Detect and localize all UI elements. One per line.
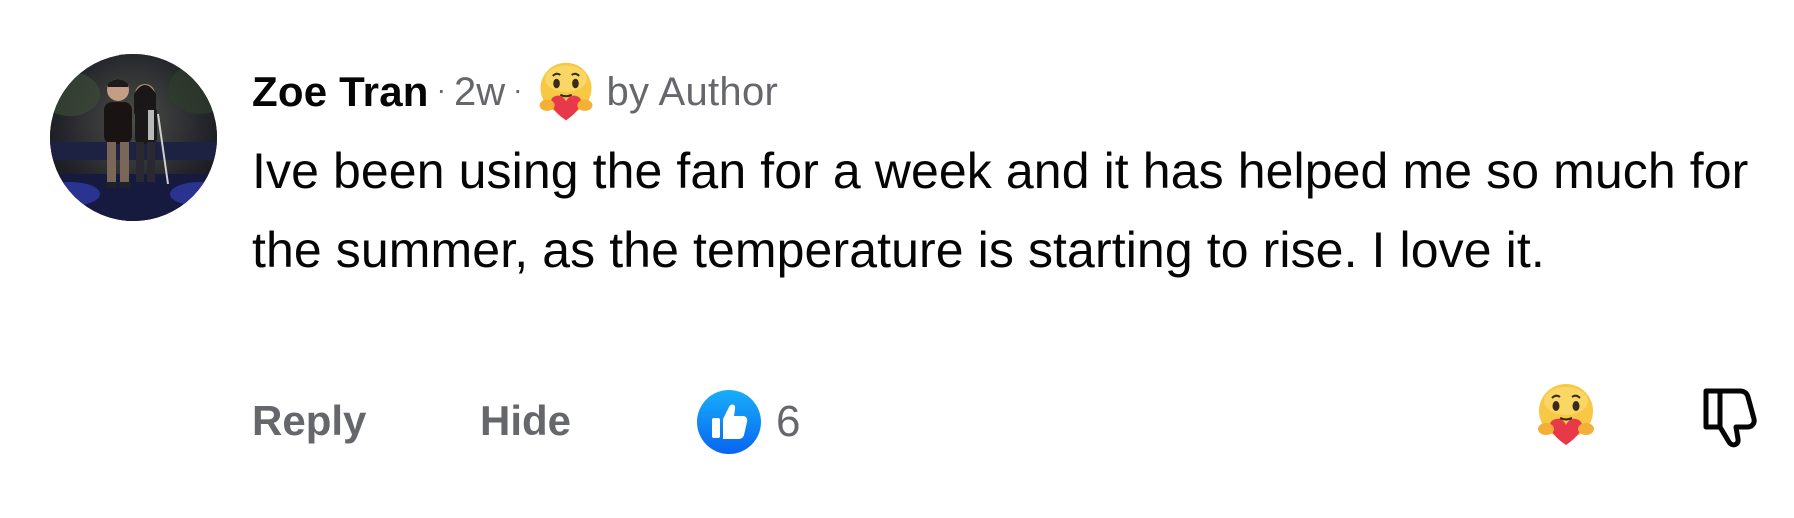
comment-header: Zoe Tran · 2w · by Author xyxy=(252,58,1752,126)
separator-dot: · xyxy=(513,74,523,105)
separator-dot: · xyxy=(436,74,446,105)
author-badge: by Author xyxy=(606,69,779,114)
comment-body: Zoe Tran · 2w · by Author Ive been using… xyxy=(252,58,1752,290)
timestamp[interactable]: 2w xyxy=(454,70,505,115)
author-name[interactable]: Zoe Tran xyxy=(252,68,429,116)
reply-button[interactable]: Reply xyxy=(252,397,366,445)
avatar[interactable] xyxy=(50,54,217,221)
thumbs-down-icon[interactable] xyxy=(1700,385,1760,449)
like-count: 6 xyxy=(776,397,801,446)
comment-actions: Reply Hide 6 xyxy=(252,384,1757,459)
comment: Zoe Tran · 2w · by Author Ive been using… xyxy=(0,0,1794,518)
care-emoji-icon[interactable] xyxy=(1530,379,1602,451)
hide-button[interactable]: Hide xyxy=(480,397,571,445)
care-emoji-icon xyxy=(539,62,593,121)
thumbs-up-icon xyxy=(697,390,761,454)
comment-text: Ive been using the fan for a week and it… xyxy=(252,143,1749,278)
like-count-button[interactable]: 6 xyxy=(696,385,800,459)
